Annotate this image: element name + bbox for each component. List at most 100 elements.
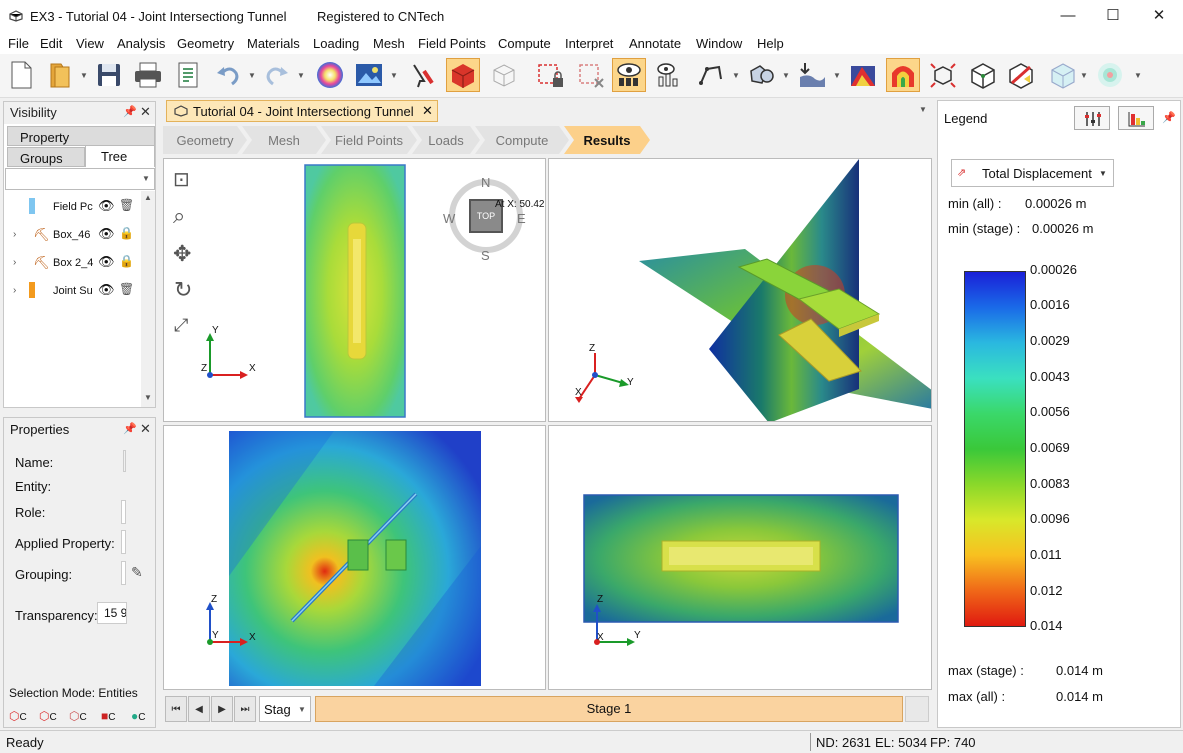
workflow-step-compute[interactable]: Compute — [475, 126, 569, 154]
pencil-icon[interactable]: ✎ — [131, 564, 143, 581]
last-stage-button[interactable]: ⏭ — [234, 696, 256, 722]
scroll-up-icon[interactable]: ▲ — [144, 193, 152, 202]
workflow-step-results[interactable]: Results — [564, 126, 650, 154]
lock-icon[interactable]: 🔒 — [119, 254, 134, 268]
redo-dropdown-icon[interactable]: ▼ — [297, 71, 305, 80]
transparent-view-button[interactable] — [1046, 58, 1080, 92]
expand-chevron-icon[interactable]: › — [13, 285, 16, 296]
expand-chevron-icon[interactable]: › — [13, 257, 16, 268]
transparency-input[interactable]: 15 9 — [97, 602, 127, 624]
eye-icon[interactable]: 👁 — [98, 282, 115, 298]
visibility-toggle-button[interactable] — [612, 58, 646, 92]
menu-annotate[interactable]: Annotate — [629, 36, 681, 51]
menu-interpret[interactable]: Interpret — [565, 36, 613, 51]
print-button[interactable] — [131, 58, 165, 92]
select-edge-button[interactable]: ⬡C — [39, 709, 66, 726]
legend-chart-button[interactable] — [1118, 106, 1154, 130]
menu-window[interactable]: Window — [696, 36, 742, 51]
applied-property-field[interactable] — [121, 530, 126, 554]
solid-view-button[interactable] — [446, 58, 480, 92]
isometric-view-button[interactable] — [966, 58, 1000, 92]
save-button[interactable] — [92, 58, 126, 92]
viewport-top[interactable]: ⊡ ⌕ ✥ ↻ ⤢ TOP N S W E At X: 50.42, Y:59.… — [163, 158, 546, 422]
scroll-down-icon[interactable]: ▼ — [144, 393, 152, 402]
color-wheel-button[interactable] — [313, 58, 347, 92]
stage-select[interactable]: Stag ▼ — [259, 696, 311, 722]
tree-row-joint-surface[interactable]: › Joint Su 👁 🗑 — [5, 277, 142, 305]
section-view-button[interactable] — [1004, 58, 1038, 92]
document-list-dropdown-icon[interactable]: ▼ — [919, 105, 927, 114]
viewport-side[interactable]: Z X Y — [548, 425, 932, 690]
draw-dropdown-icon[interactable]: ▼ — [732, 71, 740, 80]
visibility-chart-button[interactable] — [653, 58, 687, 92]
undo-button[interactable] — [211, 58, 245, 92]
menu-help[interactable]: Help — [757, 36, 784, 51]
pin-icon[interactable]: 📌 — [1162, 111, 1176, 124]
menu-field-points[interactable]: Field Points — [418, 36, 486, 51]
contour-view-button[interactable] — [886, 58, 920, 92]
tree-scrollbar[interactable]: ▲ ▼ — [141, 191, 155, 407]
lock-selection-button[interactable] — [534, 58, 568, 92]
name-field[interactable] — [123, 450, 126, 472]
eye-icon[interactable]: 👁 — [98, 198, 115, 214]
role-field[interactable] — [121, 500, 126, 524]
workflow-step-geometry[interactable]: Geometry — [163, 126, 247, 154]
tree-filter-dropdown[interactable]: ▼ — [5, 168, 155, 190]
close-button[interactable]: ✕ — [1136, 0, 1182, 32]
open-file-button[interactable] — [44, 58, 78, 92]
document-tab-close-icon[interactable]: ✕ — [422, 103, 433, 119]
open-dropdown-icon[interactable]: ▼ — [80, 71, 88, 80]
tree-row-box-46[interactable]: › ⛏ Box_46 👁 🔒 — [5, 221, 142, 249]
menu-mesh[interactable]: Mesh — [373, 36, 405, 51]
eye-icon[interactable]: 👁 — [98, 226, 115, 242]
viewport-perspective[interactable]: Z Y X — [548, 158, 932, 422]
menu-view[interactable]: View — [76, 36, 104, 51]
lock-icon[interactable]: 🔒 — [119, 226, 134, 240]
menu-file[interactable]: File — [8, 36, 29, 51]
loading-dropdown-icon[interactable]: ▼ — [833, 71, 841, 80]
legend-quantity-select[interactable]: ⇗ Total Displacement ▼ — [951, 159, 1114, 187]
select-vertex-button[interactable]: ⬡C — [9, 709, 36, 726]
viewport-front[interactable]: Z Y X — [163, 425, 546, 690]
workflow-step-field-points[interactable]: Field Points — [321, 126, 417, 154]
redo-button[interactable] — [260, 58, 294, 92]
glow-dropdown-icon[interactable]: ▼ — [1134, 71, 1142, 80]
pin-icon[interactable]: 📌 — [123, 105, 137, 118]
explode-view-button[interactable] — [926, 58, 960, 92]
pan-icon[interactable]: ✥ — [173, 241, 191, 267]
select-point-button[interactable]: ●C — [131, 709, 155, 726]
tab-property[interactable]: Property — [7, 126, 155, 146]
trash-icon[interactable]: 🗑 — [119, 198, 134, 212]
zoom-extents-icon[interactable]: ⤢ — [174, 315, 188, 336]
minimize-button[interactable]: — — [1045, 0, 1091, 32]
menu-geometry[interactable]: Geometry — [177, 36, 234, 51]
grouping-field[interactable] — [121, 561, 126, 585]
tree-row-box-2[interactable]: › ⛏ Box 2_4 👁 🔒 — [5, 249, 142, 277]
tab-tree[interactable]: Tree — [85, 145, 155, 167]
workflow-step-mesh[interactable]: Mesh — [242, 126, 326, 154]
shapes-dropdown-icon[interactable]: ▼ — [782, 71, 790, 80]
stage-slider-end[interactable] — [905, 696, 929, 722]
zoom-icon[interactable]: ⌕ — [173, 203, 185, 229]
document-tab[interactable]: Tutorial 04 - Joint Intersectiong Tunnel… — [166, 100, 438, 122]
maximize-button[interactable]: ☐ — [1090, 0, 1136, 32]
background-image-button[interactable] — [352, 58, 386, 92]
stage-slider[interactable]: Stage 1 — [315, 696, 903, 722]
new-file-button[interactable] — [4, 58, 38, 92]
select-face-button[interactable]: ⬡C — [69, 709, 96, 726]
rotate-icon[interactable]: ↻ — [174, 277, 192, 303]
contour-settings-button[interactable] — [846, 58, 880, 92]
select-tool-button[interactable] — [405, 58, 439, 92]
undo-dropdown-icon[interactable]: ▼ — [248, 71, 256, 80]
eye-icon[interactable]: 👁 — [98, 254, 115, 270]
previous-stage-button[interactable]: ◀ — [188, 696, 210, 722]
first-stage-button[interactable]: ⏮ — [165, 696, 187, 722]
select-entity-button[interactable]: ■C — [101, 709, 128, 726]
clear-selection-button[interactable] — [575, 58, 609, 92]
close-panel-icon[interactable]: ✕ — [140, 421, 151, 437]
legend-settings-button[interactable] — [1074, 106, 1110, 130]
workflow-step-loads[interactable]: Loads — [412, 126, 480, 154]
wireframe-view-button[interactable] — [487, 58, 521, 92]
shapes-button[interactable] — [744, 58, 778, 92]
report-button[interactable] — [171, 58, 205, 92]
